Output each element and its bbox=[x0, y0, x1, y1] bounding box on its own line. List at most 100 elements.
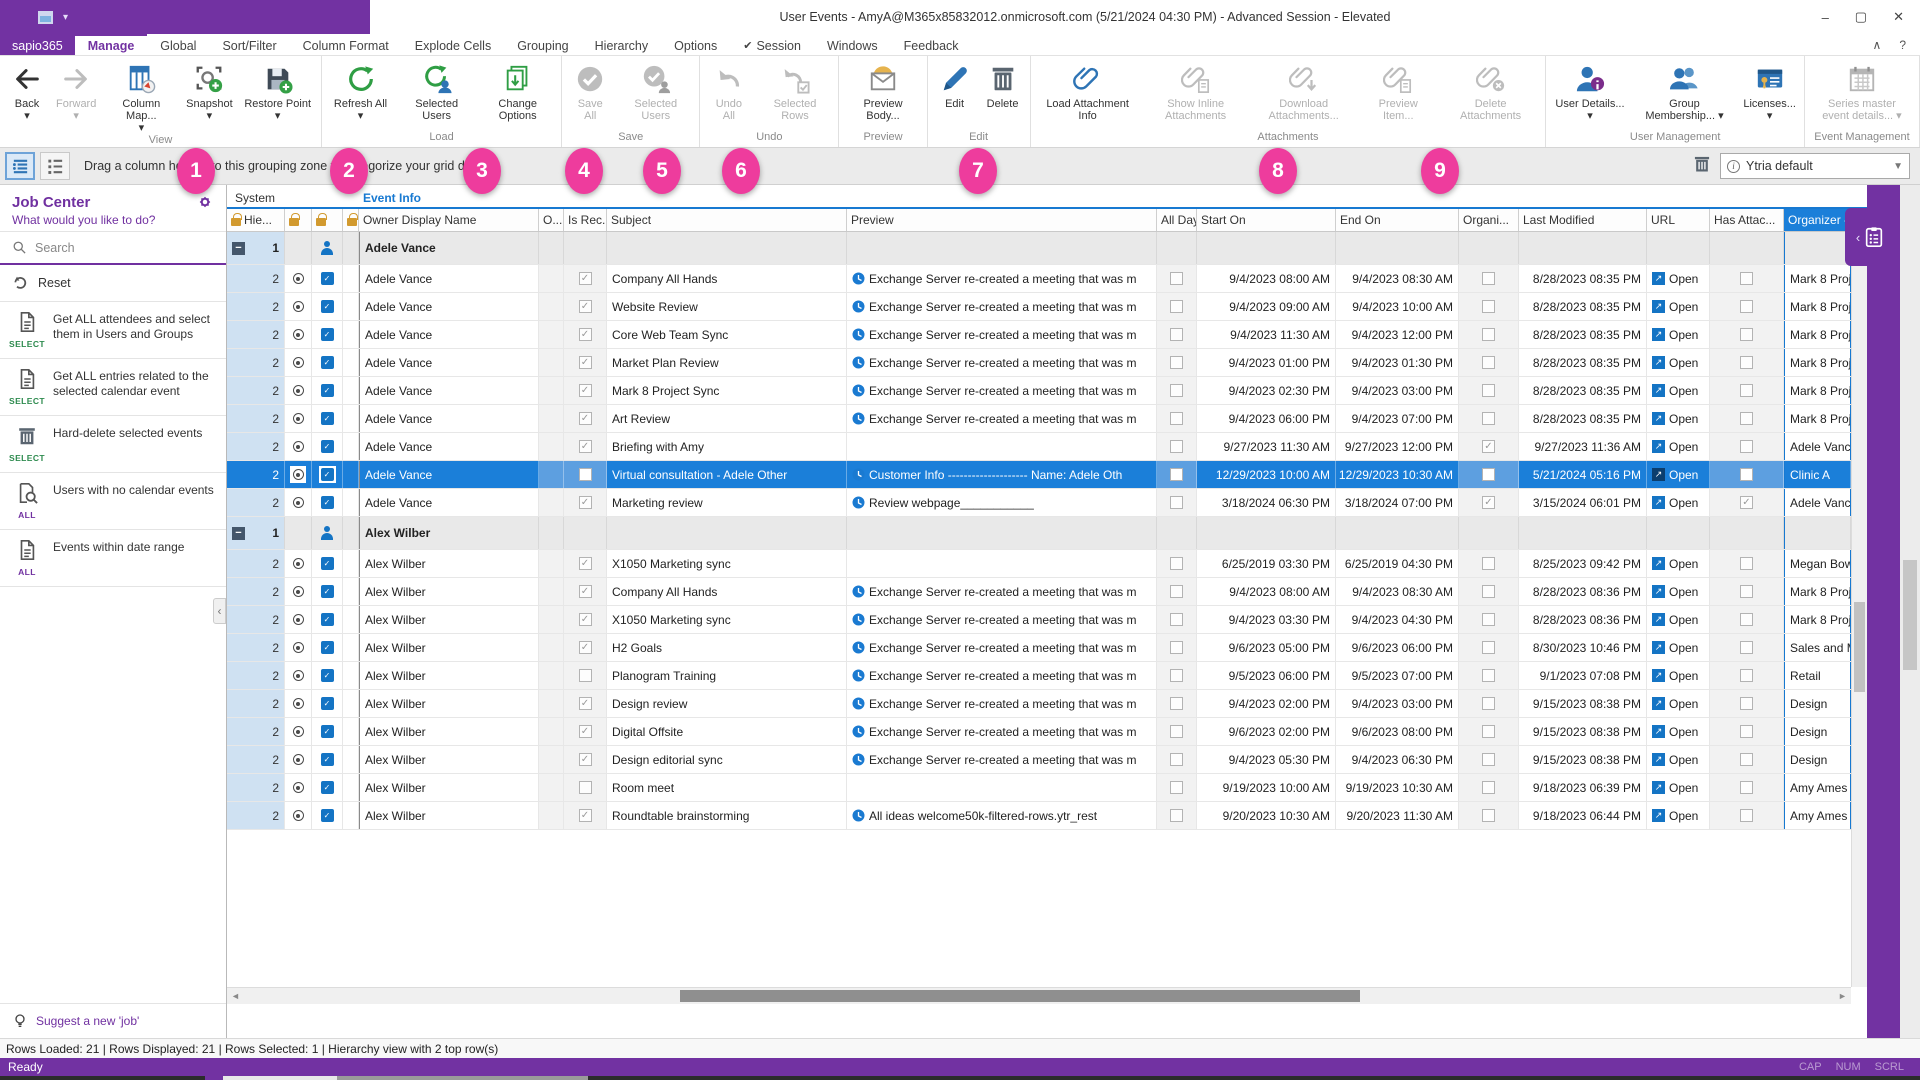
all-day-cell[interactable] bbox=[1157, 265, 1197, 292]
grid-horizontal-scrollbar[interactable]: ◄ ► bbox=[227, 987, 1851, 1004]
col-header-mod[interactable]: Last Modified bbox=[1519, 209, 1647, 231]
organizer-checkbox[interactable] bbox=[1482, 641, 1495, 654]
subject-cell[interactable]: Planogram Training bbox=[607, 662, 847, 689]
job-item-events-within-date-range[interactable]: ALLEvents within date range bbox=[0, 530, 226, 587]
url-cell[interactable]: Open bbox=[1647, 578, 1710, 605]
has-attachments-checkbox[interactable] bbox=[1740, 753, 1753, 766]
has-attachments-checkbox[interactable] bbox=[1740, 440, 1753, 453]
row-type-cell[interactable] bbox=[285, 489, 312, 516]
organizer-checkbox[interactable] bbox=[1482, 669, 1495, 682]
event-row[interactable]: 2✓Adele Vance✓Market Plan ReviewExchange… bbox=[227, 349, 1851, 377]
url-cell[interactable]: Open bbox=[1647, 433, 1710, 460]
has-attachments-cell[interactable] bbox=[1710, 746, 1784, 773]
url-cell[interactable]: Open bbox=[1647, 634, 1710, 661]
is-recurring-cell[interactable] bbox=[564, 461, 607, 488]
subject-cell[interactable]: H2 Goals bbox=[607, 634, 847, 661]
grid-vertical-scrollbar[interactable]: ▲ bbox=[1851, 232, 1867, 987]
organizer-checkbox[interactable] bbox=[1482, 613, 1495, 626]
tab-sapio365[interactable]: sapio365 bbox=[0, 34, 75, 55]
subject-cell[interactable]: Design review bbox=[607, 690, 847, 717]
occ-cell[interactable] bbox=[539, 662, 564, 689]
event-row[interactable]: 2✓Alex Wilber✓Design reviewExchange Serv… bbox=[227, 690, 1851, 718]
clear-preset-trash-icon[interactable] bbox=[1692, 154, 1712, 179]
row-calendar-cell[interactable]: ✓ bbox=[312, 550, 343, 577]
all-day-checkbox[interactable] bbox=[1170, 356, 1183, 369]
has-attachments-cell[interactable]: ✓ bbox=[1710, 489, 1784, 516]
preview-cell[interactable]: All ideas welcome50k-filtered-rows.ytr_r… bbox=[847, 802, 1157, 829]
hierarchy-level-cell[interactable]: 2 bbox=[227, 802, 285, 829]
has-attachments-checkbox[interactable] bbox=[1740, 468, 1753, 481]
has-attachments-checkbox[interactable] bbox=[1740, 328, 1753, 341]
scroll-right-icon[interactable]: ► bbox=[1834, 988, 1851, 1004]
is-recurring-checkbox[interactable]: ✓ bbox=[579, 809, 592, 822]
start-on-cell[interactable]: 9/6/2023 05:00 PM bbox=[1197, 634, 1336, 661]
occ-cell[interactable] bbox=[539, 377, 564, 404]
has-attachments-checkbox[interactable] bbox=[1740, 781, 1753, 794]
owner-cell[interactable]: Alex Wilber bbox=[359, 606, 539, 633]
organizer-flag-cell[interactable] bbox=[1459, 405, 1519, 432]
start-on-cell[interactable]: 9/4/2023 05:30 PM bbox=[1197, 746, 1336, 773]
event-row[interactable]: 2✓Adele Vance✓Art ReviewExchange Server … bbox=[227, 405, 1851, 433]
col-header-start[interactable]: Start On bbox=[1197, 209, 1336, 231]
end-on-cell[interactable]: 12/29/2023 10:30 AM bbox=[1336, 461, 1459, 488]
last-modified-cell[interactable]: 9/1/2023 07:08 PM bbox=[1519, 662, 1647, 689]
last-modified-cell[interactable]: 8/28/2023 08:35 PM bbox=[1519, 405, 1647, 432]
all-day-checkbox[interactable] bbox=[1170, 753, 1183, 766]
start-on-cell[interactable]: 12/29/2023 10:00 AM bbox=[1197, 461, 1336, 488]
preview-cell[interactable]: Exchange Server re-created a meeting tha… bbox=[847, 634, 1157, 661]
organizer-name-cell[interactable]: Retail bbox=[1784, 662, 1851, 689]
maximize-button[interactable]: ▢ bbox=[1855, 9, 1867, 25]
organizer-checkbox[interactable] bbox=[1482, 272, 1495, 285]
row-type-cell[interactable] bbox=[285, 377, 312, 404]
is-recurring-cell[interactable] bbox=[564, 662, 607, 689]
last-modified-cell[interactable]: 8/30/2023 10:46 PM bbox=[1519, 634, 1647, 661]
event-row[interactable]: 2✓Adele Vance✓Mark 8 Project SyncExchang… bbox=[227, 377, 1851, 405]
row-type-cell[interactable] bbox=[285, 293, 312, 320]
organizer-name-cell[interactable]: Design bbox=[1784, 718, 1851, 745]
hierarchy-level-cell[interactable]: 2 bbox=[227, 774, 285, 801]
is-recurring-cell[interactable]: ✓ bbox=[564, 489, 607, 516]
owner-cell[interactable]: Alex Wilber bbox=[359, 662, 539, 689]
occ-cell[interactable] bbox=[539, 265, 564, 292]
subject-cell[interactable]: Art Review bbox=[607, 405, 847, 432]
snapshot-button[interactable]: Snapshot ▾ bbox=[182, 60, 236, 122]
row-type-cell[interactable] bbox=[285, 578, 312, 605]
is-recurring-checkbox[interactable]: ✓ bbox=[579, 356, 592, 369]
is-recurring-cell[interactable]: ✓ bbox=[564, 433, 607, 460]
organizer-checkbox[interactable] bbox=[1482, 809, 1495, 822]
row-calendar-cell[interactable]: ✓ bbox=[312, 606, 343, 633]
event-row[interactable]: 2✓Alex Wilber✓X1050 Marketing syncExchan… bbox=[227, 606, 1851, 634]
occ-cell[interactable] bbox=[539, 802, 564, 829]
hierarchy-level-cell[interactable]: 2 bbox=[227, 662, 285, 689]
url-cell[interactable]: Open bbox=[1647, 774, 1710, 801]
preview-cell[interactable]: Exchange Server re-created a meeting tha… bbox=[847, 349, 1157, 376]
row-type-cell[interactable] bbox=[285, 718, 312, 745]
has-attachments-cell[interactable] bbox=[1710, 662, 1784, 689]
subject-cell[interactable]: Marketing review bbox=[607, 489, 847, 516]
suggest-job-button[interactable]: Suggest a new 'job' bbox=[0, 1003, 226, 1038]
preview-cell[interactable] bbox=[847, 433, 1157, 460]
row-calendar-cell[interactable]: ✓ bbox=[312, 489, 343, 516]
event-row[interactable]: 2✓Alex WilberRoom meet9/19/2023 10:00 AM… bbox=[227, 774, 1851, 802]
owner-cell[interactable]: Adele Vance bbox=[359, 349, 539, 376]
organizer-checkbox[interactable] bbox=[1482, 300, 1495, 313]
row-calendar-cell[interactable]: ✓ bbox=[312, 293, 343, 320]
reset-button[interactable]: Reset bbox=[0, 265, 226, 302]
row-calendar-cell[interactable]: ✓ bbox=[312, 690, 343, 717]
url-cell[interactable]: Open bbox=[1647, 405, 1710, 432]
end-on-cell[interactable]: 9/27/2023 12:00 PM bbox=[1336, 433, 1459, 460]
organizer-checkbox[interactable] bbox=[1482, 328, 1495, 341]
row-type-cell[interactable] bbox=[312, 517, 343, 549]
has-attachments-cell[interactable] bbox=[1710, 293, 1784, 320]
row-calendar-cell[interactable]: ✓ bbox=[312, 349, 343, 376]
event-row[interactable]: 2✓Adele Vance✓Website ReviewExchange Ser… bbox=[227, 293, 1851, 321]
back-button[interactable]: Back ▾ bbox=[4, 60, 50, 122]
restore-point-button[interactable]: Restore Point ▾ bbox=[238, 60, 316, 122]
end-on-cell[interactable]: 6/25/2019 04:30 PM bbox=[1336, 550, 1459, 577]
url-cell[interactable]: Open bbox=[1647, 690, 1710, 717]
start-on-cell[interactable]: 9/4/2023 02:30 PM bbox=[1197, 377, 1336, 404]
is-recurring-checkbox[interactable]: ✓ bbox=[579, 272, 592, 285]
col-header-occ[interactable]: O... bbox=[539, 209, 564, 231]
organizer-name-cell[interactable]: Mark 8 Proje bbox=[1784, 293, 1851, 320]
hierarchy-level-cell[interactable]: 2 bbox=[227, 321, 285, 348]
